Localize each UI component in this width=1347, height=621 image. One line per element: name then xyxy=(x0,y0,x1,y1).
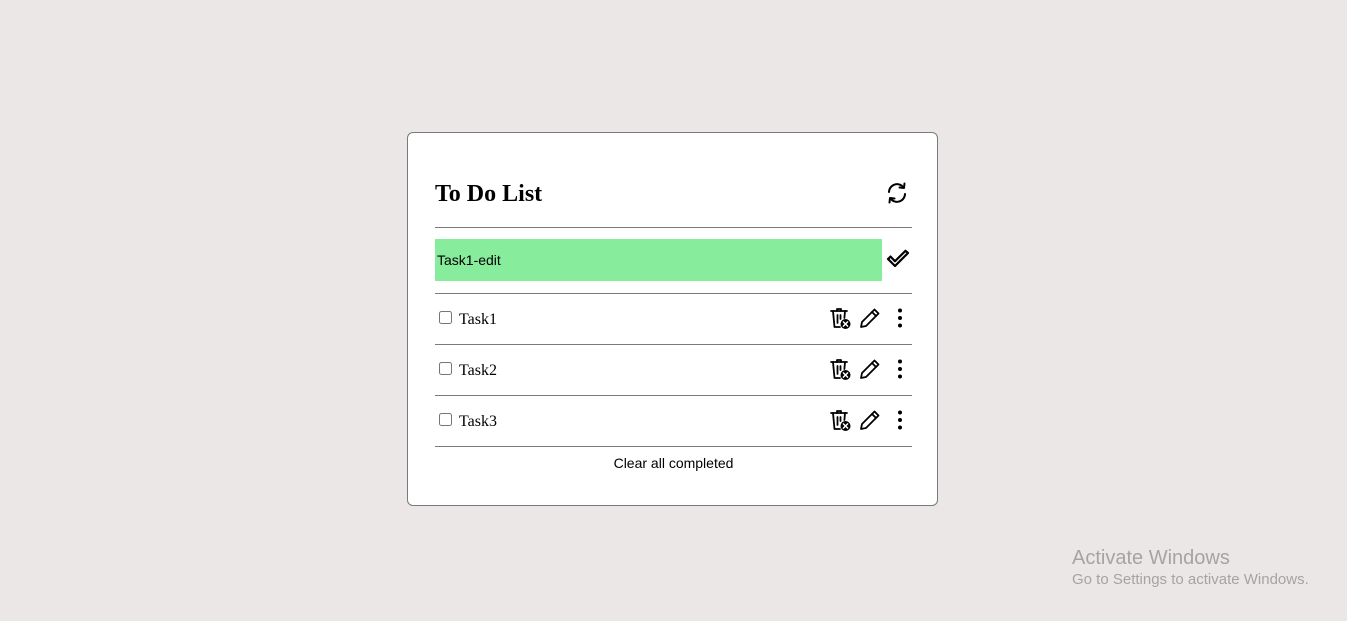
task-checkbox[interactable] xyxy=(439,362,452,375)
todo-header: To Do List xyxy=(435,177,912,228)
more-vertical-icon xyxy=(898,308,902,328)
watermark-subtitle: Go to Settings to activate Windows. xyxy=(1072,571,1309,588)
watermark-title: Activate Windows xyxy=(1072,547,1230,569)
todo-card: To Do List Task1-edit Task1 Task2 Task3 … xyxy=(407,132,938,506)
refresh-icon xyxy=(888,182,906,204)
task-item: Task2 xyxy=(435,345,912,396)
refresh-button[interactable] xyxy=(884,179,910,207)
trash-icon xyxy=(830,410,851,431)
more-options-button[interactable] xyxy=(888,408,912,432)
task-checkbox[interactable] xyxy=(439,311,452,324)
task-item: Task3 xyxy=(435,396,912,447)
delete-task-button[interactable] xyxy=(828,357,852,381)
check-icon xyxy=(886,249,910,268)
edit-task-button[interactable] xyxy=(858,306,882,330)
more-vertical-icon xyxy=(898,359,902,379)
pencil-icon xyxy=(860,308,880,328)
task-checkbox[interactable] xyxy=(439,413,452,426)
task-actions xyxy=(822,306,912,330)
delete-task-button[interactable] xyxy=(828,306,852,330)
todo-footer: Clear all completed xyxy=(435,455,912,473)
task-actions xyxy=(822,357,912,381)
pencil-icon xyxy=(860,410,880,430)
task-label: Task1 xyxy=(459,311,497,328)
trash-icon xyxy=(830,359,851,380)
edit-task-input[interactable] xyxy=(435,239,882,281)
task-item: Task1 xyxy=(435,294,912,345)
task-list: Task1 Task2 Task3 xyxy=(435,294,912,447)
task-label: Task3 xyxy=(459,413,497,430)
edit-task-button[interactable] xyxy=(858,408,882,432)
edit-task-row xyxy=(435,239,912,294)
task-actions xyxy=(822,408,912,432)
pencil-icon xyxy=(860,359,880,379)
trash-icon xyxy=(830,308,851,329)
page-title: To Do List xyxy=(435,181,543,207)
more-options-button[interactable] xyxy=(888,306,912,330)
more-vertical-icon xyxy=(898,410,902,430)
delete-task-button[interactable] xyxy=(828,408,852,432)
clear-completed-button[interactable]: Clear all completed xyxy=(614,455,734,471)
more-options-button[interactable] xyxy=(888,357,912,381)
windows-activation-watermark: Activate Windows Go to Settings to activ… xyxy=(1072,546,1309,590)
confirm-edit-button[interactable] xyxy=(886,247,910,271)
edit-task-button[interactable] xyxy=(858,357,882,381)
task-label: Task2 xyxy=(459,362,497,379)
